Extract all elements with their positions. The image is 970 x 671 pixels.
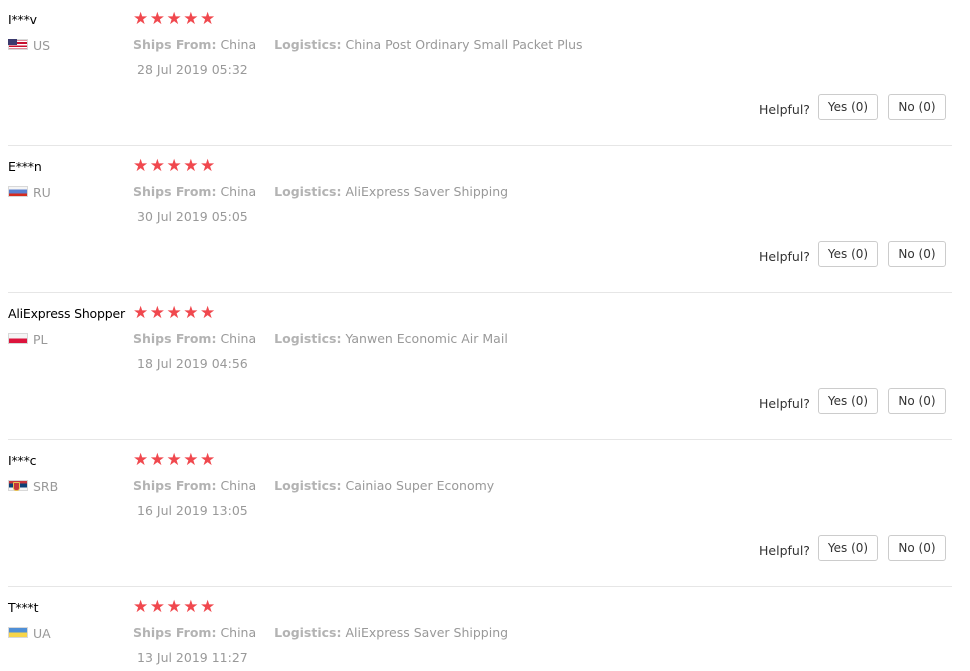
shipping-info: Ships From: China Logistics: AliExpress … [133, 184, 508, 199]
helpful-no-button[interactable]: No (0) [888, 94, 946, 120]
logistics-value: China Post Ordinary Small Packet Plus [345, 37, 583, 52]
logistics-label: Logistics: [274, 184, 342, 199]
helpful-label: Helpful? [759, 249, 810, 264]
review-divider [8, 586, 952, 587]
helpful-label: Helpful? [759, 396, 810, 411]
review-divider [8, 292, 952, 293]
star-rating: ★★★★★ [133, 597, 217, 617]
review-date: 28 Jul 2019 05:32 [137, 62, 248, 77]
review-item: E***n RU ★★★★★ Ships From: China Logisti… [0, 147, 970, 294]
reviewer-country: RU [33, 185, 51, 200]
reviewer-name: I***v [8, 12, 37, 27]
helpful-no-button[interactable]: No (0) [888, 241, 946, 267]
ships-from-value: China [220, 37, 257, 52]
helpful-yes-button[interactable]: Yes (0) [818, 535, 878, 561]
ua-flag-icon [8, 627, 28, 638]
reviewer-country: SRB [33, 479, 59, 494]
logistics-value: AliExpress Saver Shipping [345, 184, 509, 199]
logistics-label: Logistics: [274, 625, 342, 640]
helpful-no-button[interactable]: No (0) [888, 388, 946, 414]
logistics-label: Logistics: [274, 37, 342, 52]
shipping-info: Ships From: China Logistics: China Post … [133, 37, 583, 52]
ships-from-label: Ships From: [133, 184, 217, 199]
ships-from-label: Ships From: [133, 37, 217, 52]
shipping-info: Ships From: China Logistics: Yanwen Econ… [133, 331, 508, 346]
ships-from-label: Ships From: [133, 478, 217, 493]
logistics-value: Yanwen Economic Air Mail [345, 331, 508, 346]
review-item: AliExpress Shopper PL ★★★★★ Ships From: … [0, 294, 970, 441]
ships-from-value: China [220, 331, 257, 346]
ships-from-label: Ships From: [133, 331, 217, 346]
review-divider [8, 145, 952, 146]
helpful-no-button[interactable]: No (0) [888, 535, 946, 561]
review-date: 16 Jul 2019 13:05 [137, 503, 248, 518]
ships-from-label: Ships From: [133, 625, 217, 640]
reviewer-name: AliExpress Shopper [8, 306, 125, 321]
star-rating: ★★★★★ [133, 9, 217, 29]
reviewer-name: E***n [8, 159, 42, 174]
shipping-info: Ships From: China Logistics: AliExpress … [133, 625, 508, 640]
review-item: T***t UA ★★★★★ Ships From: China Logisti… [0, 588, 970, 671]
review-date: 18 Jul 2019 04:56 [137, 356, 248, 371]
star-rating: ★★★★★ [133, 156, 217, 176]
helpful-yes-button[interactable]: Yes (0) [818, 388, 878, 414]
helpful-label: Helpful? [759, 543, 810, 558]
helpful-yes-button[interactable]: Yes (0) [818, 241, 878, 267]
logistics-label: Logistics: [274, 478, 342, 493]
reviewer-country: US [33, 38, 51, 53]
review-date: 13 Jul 2019 11:27 [137, 650, 248, 665]
ships-from-value: China [220, 478, 257, 493]
ships-from-value: China [220, 625, 257, 640]
reviewer-name: T***t [8, 600, 39, 615]
reviewer-country: PL [33, 332, 48, 347]
logistics-value: AliExpress Saver Shipping [345, 625, 509, 640]
ships-from-value: China [220, 184, 257, 199]
us-flag-icon [8, 39, 28, 50]
star-rating: ★★★★★ [133, 303, 217, 323]
helpful-yes-button[interactable]: Yes (0) [818, 94, 878, 120]
star-rating: ★★★★★ [133, 450, 217, 470]
review-divider [8, 439, 952, 440]
helpful-label: Helpful? [759, 102, 810, 117]
reviewer-name: I***c [8, 453, 37, 468]
logistics-label: Logistics: [274, 331, 342, 346]
srb-flag-icon [8, 480, 28, 491]
review-date: 30 Jul 2019 05:05 [137, 209, 248, 224]
ru-flag-icon [8, 186, 28, 197]
pl-flag-icon [8, 333, 28, 344]
review-item: I***v US ★★★★★ Ships From: China Logisti… [0, 0, 970, 147]
logistics-value: Cainiao Super Economy [345, 478, 495, 493]
review-item: I***c SRB ★★★★★ Ships From: China Logist… [0, 441, 970, 588]
reviewer-country: UA [33, 626, 51, 641]
shipping-info: Ships From: China Logistics: Cainiao Sup… [133, 478, 494, 493]
